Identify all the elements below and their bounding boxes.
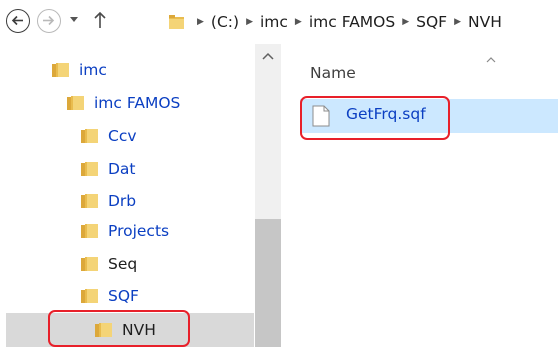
- annotation-highlight-file: [300, 96, 450, 140]
- chevron-right-icon: ▶: [197, 17, 204, 27]
- folder-icon: [81, 162, 98, 176]
- nav-item-label: Projects: [108, 222, 170, 240]
- up-arrow-icon[interactable]: [93, 10, 107, 30]
- folder-icon: [67, 96, 84, 110]
- sort-ascending-icon: [486, 57, 496, 63]
- nav-item-imc-famos[interactable]: imc FAMOS: [66, 91, 180, 115]
- navigation-pane: imc imc FAMOS Ccv Dat Drb Projects Seq S…: [0, 44, 282, 347]
- nav-item-label: imc FAMOS: [94, 94, 181, 112]
- folder-icon: [169, 15, 184, 29]
- nav-item-dat[interactable]: Dat: [80, 157, 136, 181]
- address-path[interactable]: ▶ (C:) ▶ imc ▶ imc FAMOS ▶ SQF ▶ NVH: [120, 6, 558, 38]
- nav-item-drb[interactable]: Drb: [80, 189, 136, 213]
- chevron-right-icon: ▶: [402, 17, 410, 27]
- folder-icon: [81, 129, 98, 143]
- nav-item-sqf[interactable]: SQF: [80, 284, 139, 308]
- breadcrumb-imc[interactable]: imc: [260, 13, 288, 31]
- chevron-down-icon[interactable]: [70, 17, 79, 23]
- breadcrumb-imc-famos[interactable]: imc FAMOS: [309, 13, 395, 31]
- nav-item-ccv[interactable]: Ccv: [80, 124, 137, 148]
- breadcrumb-nvh[interactable]: NVH: [468, 13, 502, 31]
- nav-item-seq[interactable]: Seq: [80, 252, 137, 276]
- forward-arrow-icon: [43, 15, 55, 26]
- nav-item-imc[interactable]: imc: [51, 58, 107, 82]
- back-arrow-icon: [11, 15, 23, 26]
- chevron-right-icon: ▶: [294, 17, 302, 27]
- scrollbar-thumb[interactable]: [255, 219, 281, 347]
- folder-icon: [81, 289, 98, 303]
- scroll-up-icon[interactable]: [262, 52, 274, 60]
- chevron-right-icon: ▶: [454, 17, 462, 27]
- nav-item-projects[interactable]: Projects: [80, 219, 169, 243]
- nav-item-label: Seq: [108, 255, 138, 273]
- file-list-pane: Name GetFrq.sqf: [282, 44, 558, 347]
- folder-icon: [81, 224, 98, 238]
- nav-item-label: imc: [79, 61, 107, 79]
- breadcrumb-c-drive[interactable]: (C:): [211, 13, 239, 31]
- folder-icon: [81, 257, 98, 271]
- back-button[interactable]: [6, 9, 30, 33]
- nav-item-label: Ccv: [108, 127, 137, 145]
- folder-icon: [81, 194, 98, 208]
- annotation-highlight-nvh: [48, 310, 190, 347]
- chevron-right-icon: ▶: [246, 17, 253, 27]
- forward-button[interactable]: [37, 9, 61, 33]
- address-bar: ▶ (C:) ▶ imc ▶ imc FAMOS ▶ SQF ▶ NVH: [0, 0, 558, 44]
- nav-item-label: SQF: [108, 287, 139, 305]
- nav-item-label: Drb: [108, 192, 137, 210]
- nav-scrollbar[interactable]: [255, 44, 281, 347]
- breadcrumb-sqf[interactable]: SQF: [416, 13, 447, 31]
- nav-item-label: Dat: [108, 160, 136, 178]
- column-header-name[interactable]: Name: [310, 64, 356, 82]
- folder-icon: [52, 63, 69, 77]
